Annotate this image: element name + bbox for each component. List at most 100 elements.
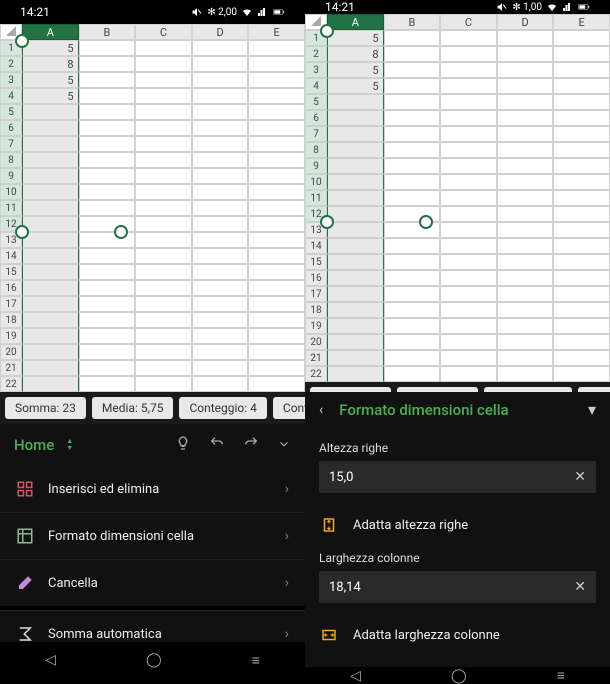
row-header-14[interactable]: 14 (305, 238, 327, 254)
stat-somma[interactable]: Somma: 23 (5, 397, 86, 419)
cell-a12[interactable] (327, 206, 384, 222)
cell-b22[interactable] (384, 366, 441, 382)
selection-handle-right[interactable] (114, 225, 128, 239)
spreadsheet-view[interactable]: ABCDE15283545567891011121314151617181920… (0, 24, 305, 392)
cell-a3[interactable]: 5 (327, 62, 384, 78)
cell-d8[interactable] (497, 142, 554, 158)
cell-c12[interactable] (440, 206, 497, 222)
cell-d20[interactable] (497, 334, 554, 350)
cell-e10[interactable] (248, 184, 305, 200)
cell-c10[interactable] (440, 174, 497, 190)
cell-a2[interactable]: 8 (327, 46, 384, 62)
cell-d10[interactable] (192, 184, 249, 200)
cell-b9[interactable] (79, 168, 136, 184)
cell-b15[interactable] (79, 264, 136, 280)
cell-b6[interactable] (384, 110, 441, 126)
cell-a19[interactable] (327, 318, 384, 334)
cell-c13[interactable] (440, 222, 497, 238)
cell-e15[interactable] (248, 264, 305, 280)
row-header-16[interactable]: 16 (305, 270, 327, 286)
row-header-8[interactable]: 8 (305, 142, 327, 158)
cell-a22[interactable] (327, 366, 384, 382)
cell-c15[interactable] (440, 254, 497, 270)
row-header-4[interactable]: 4 (305, 78, 327, 94)
col-width-input[interactable]: 18,14 ✕ (319, 571, 596, 603)
selection-handle-top[interactable] (15, 34, 29, 48)
cell-b3[interactable] (79, 72, 136, 88)
selection-handle-bottom[interactable] (320, 215, 334, 229)
row-header-17[interactable]: 17 (0, 296, 22, 312)
cell-d2[interactable] (192, 56, 249, 72)
cell-b1[interactable] (79, 40, 136, 56)
collapse-icon[interactable] (277, 436, 291, 455)
cell-a18[interactable] (22, 312, 79, 328)
cell-d12[interactable] (192, 216, 249, 232)
cell-a5[interactable] (327, 94, 384, 110)
cell-d17[interactable] (497, 286, 554, 302)
col-header-a[interactable]: A (327, 14, 384, 30)
cell-c16[interactable] (135, 280, 192, 296)
row-header-20[interactable]: 20 (0, 344, 22, 360)
cell-d19[interactable] (497, 318, 554, 334)
cell-e1[interactable] (553, 30, 610, 46)
cell-e17[interactable] (248, 296, 305, 312)
cell-e1[interactable] (248, 40, 305, 56)
cell-a17[interactable] (327, 286, 384, 302)
cell-c13[interactable] (135, 232, 192, 248)
cell-a9[interactable] (327, 158, 384, 174)
cell-d14[interactable] (192, 248, 249, 264)
undo-icon[interactable] (209, 435, 225, 455)
cell-a12[interactable] (22, 216, 79, 232)
cell-e15[interactable] (553, 254, 610, 270)
cell-c21[interactable] (135, 360, 192, 376)
cell-c10[interactable] (135, 184, 192, 200)
cell-e9[interactable] (553, 158, 610, 174)
cell-b2[interactable] (384, 46, 441, 62)
cell-b9[interactable] (384, 158, 441, 174)
ribbon-tab-home[interactable]: Home (14, 436, 54, 454)
cell-c7[interactable] (440, 126, 497, 142)
cell-d4[interactable] (192, 88, 249, 104)
cell-a15[interactable] (22, 264, 79, 280)
cell-a10[interactable] (327, 174, 384, 190)
redo-icon[interactable] (243, 435, 259, 455)
cell-b11[interactable] (79, 200, 136, 216)
cell-c5[interactable] (135, 104, 192, 120)
cell-d17[interactable] (192, 296, 249, 312)
cell-d6[interactable] (192, 120, 249, 136)
cell-b19[interactable] (79, 328, 136, 344)
cell-b7[interactable] (384, 126, 441, 142)
home-nav-icon[interactable]: ◯ (146, 652, 162, 668)
col-header-c[interactable]: C (440, 14, 497, 30)
autofit-col-width[interactable]: Adatta larghezza colonne (305, 613, 610, 657)
col-header-d[interactable]: D (192, 24, 249, 40)
cell-b11[interactable] (384, 190, 441, 206)
cell-a19[interactable] (22, 328, 79, 344)
cell-a16[interactable] (327, 270, 384, 286)
cell-d7[interactable] (192, 136, 249, 152)
cell-e2[interactable] (553, 46, 610, 62)
row-header-2[interactable]: 2 (305, 46, 327, 62)
cell-c20[interactable] (135, 344, 192, 360)
cell-e6[interactable] (248, 120, 305, 136)
cell-e7[interactable] (553, 126, 610, 142)
cell-c6[interactable] (135, 120, 192, 136)
cell-d8[interactable] (192, 152, 249, 168)
cell-d9[interactable] (192, 168, 249, 184)
cell-a14[interactable] (327, 238, 384, 254)
cell-b8[interactable] (79, 152, 136, 168)
cell-d5[interactable] (192, 104, 249, 120)
col-header-e[interactable]: E (553, 14, 610, 30)
cell-b19[interactable] (384, 318, 441, 334)
stat-conteggio[interactable]: Conteggio: 4 (179, 397, 266, 419)
cell-a8[interactable] (22, 152, 79, 168)
cell-a7[interactable] (22, 136, 79, 152)
cell-a13[interactable] (22, 232, 79, 248)
row-header-9[interactable]: 9 (305, 158, 327, 174)
row-header-18[interactable]: 18 (305, 302, 327, 318)
cell-d11[interactable] (497, 190, 554, 206)
cell-d20[interactable] (192, 344, 249, 360)
cell-d13[interactable] (497, 222, 554, 238)
clear-icon[interactable]: ✕ (574, 579, 586, 595)
row-header-17[interactable]: 17 (305, 286, 327, 302)
